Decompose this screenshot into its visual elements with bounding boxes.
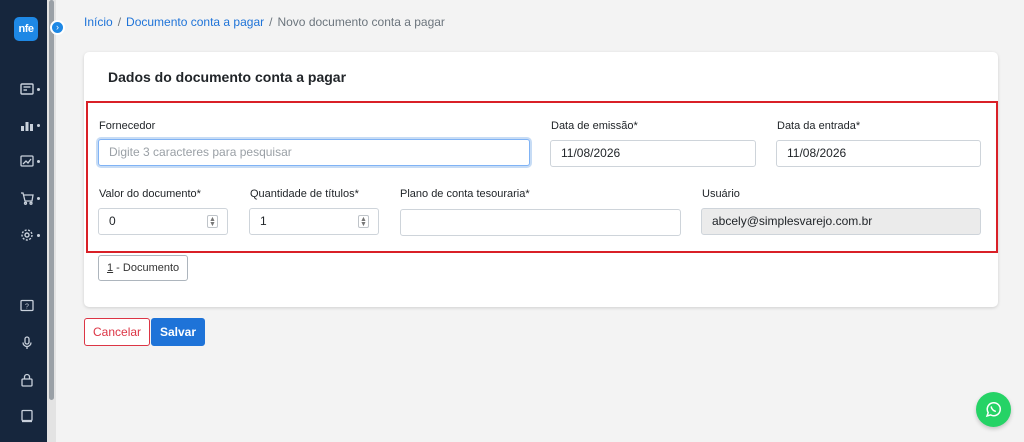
breadcrumb-link-documento[interactable]: Documento conta a pagar <box>126 15 264 29</box>
quantidade-titulos-input[interactable]: 1 ▲ ▼ <box>249 208 379 235</box>
quantidade-titulos-label: Quantidade de títulos* <box>250 188 359 200</box>
usuario-label: Usuário <box>702 188 740 200</box>
dashboard-icon[interactable] <box>20 82 40 96</box>
save-button[interactable]: Salvar <box>151 318 206 346</box>
whatsapp-button[interactable] <box>976 392 1011 427</box>
fornecedor-label: Fornecedor <box>99 120 156 132</box>
plano-conta-label: Plano de conta tesouraria* <box>400 188 530 200</box>
microphone-icon[interactable] <box>20 336 36 350</box>
chevron-right-icon: › <box>56 22 59 32</box>
usuario-field: abcely@simplesvarejo.com.br <box>701 208 981 235</box>
cancel-button[interactable]: Cancelar <box>84 318 151 346</box>
sidebar-toggle-button[interactable]: › <box>50 20 65 35</box>
data-emissao-input[interactable]: 11/08/2026 <box>550 140 756 167</box>
fornecedor-input[interactable]: Digite 3 caracteres para pesquisar <box>98 139 530 166</box>
plano-conta-input[interactable] <box>400 209 681 236</box>
chart-icon[interactable] <box>20 118 40 132</box>
app-logo[interactable]: nfe <box>14 17 38 41</box>
book-icon[interactable] <box>20 409 36 423</box>
document-card: Dados do documento conta a pagar Fornece… <box>84 52 998 307</box>
stepper-icon[interactable]: ▲ ▼ <box>358 215 369 228</box>
whatsapp-icon <box>985 402 1001 418</box>
card-title: Dados do documento conta a pagar <box>108 69 347 85</box>
sidebar: nfe ? <box>0 0 47 442</box>
settings-icon[interactable] <box>20 228 40 242</box>
breadcrumb-current: Novo documento conta a pagar <box>277 15 445 29</box>
help-icon[interactable]: ? <box>20 299 36 313</box>
report-icon[interactable] <box>20 154 40 168</box>
cart-icon[interactable] <box>20 191 40 205</box>
stepper-icon[interactable]: ▲ ▼ <box>207 215 218 228</box>
valor-documento-value: 0 <box>109 214 116 228</box>
lock-icon[interactable] <box>20 373 36 387</box>
tab-documento[interactable]: 1 - Documento <box>98 255 189 281</box>
quantidade-titulos-value: 1 <box>260 214 267 228</box>
data-entrada-label: Data da entrada* <box>777 120 861 132</box>
valor-documento-label: Valor do documento* <box>99 188 201 200</box>
breadcrumb-link-inicio[interactable]: Início <box>84 15 113 29</box>
data-emissao-label: Data de emissão* <box>551 120 638 132</box>
breadcrumb: Início / Documento conta a pagar / Novo docu… <box>84 15 445 29</box>
valor-documento-input[interactable]: 0 ▲ ▼ <box>98 208 228 235</box>
svg-text:?: ? <box>25 304 29 311</box>
sidebar-scrollbar[interactable] <box>47 0 56 442</box>
data-entrada-input[interactable]: 11/08/2026 <box>776 140 981 167</box>
